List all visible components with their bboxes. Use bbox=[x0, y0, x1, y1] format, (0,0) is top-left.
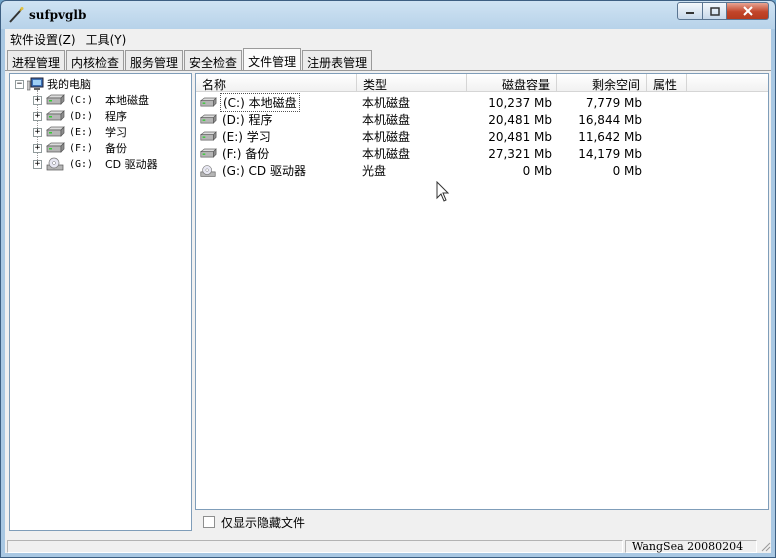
drive-type: 本机磁盘 bbox=[362, 130, 411, 144]
minimize-icon bbox=[686, 12, 694, 14]
drive-capacity: 10,237 Mb bbox=[488, 95, 552, 110]
drive-label: 学习 bbox=[105, 126, 127, 139]
drive-label: CD 驱动器 bbox=[105, 158, 158, 171]
column-name[interactable]: 名称 bbox=[196, 74, 357, 92]
drive-capacity: 0 Mb bbox=[522, 163, 552, 178]
column-attributes[interactable]: 属性 bbox=[647, 74, 687, 92]
collapse-icon[interactable]: − bbox=[15, 79, 24, 89]
status-bar: WangSea 20080204 bbox=[5, 539, 771, 553]
list-item[interactable]: (G:) CD 驱动器 光盘 0 Mb 0 Mb bbox=[196, 162, 768, 179]
drive-free: 14,179 Mb bbox=[578, 146, 642, 161]
column-type[interactable]: 类型 bbox=[357, 74, 467, 92]
drive-type: 光盘 bbox=[362, 164, 387, 178]
tab-bar: 进程管理 内核检查 服务管理 安全检查 文件管理 注册表管理 bbox=[7, 48, 373, 70]
drive-label: 本地磁盘 bbox=[105, 94, 149, 107]
drive-label: 程序 bbox=[105, 110, 127, 123]
tree-root[interactable]: − 我的电脑 bbox=[15, 76, 91, 92]
expand-icon[interactable]: + bbox=[33, 143, 42, 153]
drive-free: 11,642 Mb bbox=[578, 129, 642, 144]
column-capacity[interactable]: 磁盘容量 bbox=[467, 74, 557, 92]
drive-letter: (G:) bbox=[69, 158, 94, 170]
cd-drive-icon bbox=[46, 157, 64, 171]
list-item[interactable]: (E:) 学习 本机磁盘 20,481 Mb 11,642 Mb bbox=[196, 128, 768, 145]
column-free-space[interactable]: 剩余空间 bbox=[557, 74, 647, 92]
drive-name: (F:) 备份 bbox=[222, 147, 270, 161]
menu-bar: 软件设置(Z) 工具(Y) bbox=[5, 29, 771, 48]
tree-item-g[interactable]: + (G:) CD 驱动器 bbox=[33, 156, 158, 172]
tab-registry[interactable]: 注册表管理 bbox=[302, 50, 373, 70]
drive-free: 7,779 Mb bbox=[585, 95, 642, 110]
window-title: sufpvglb bbox=[29, 8, 87, 22]
drive-letter: (F:) bbox=[69, 142, 94, 154]
list-item[interactable]: (F:) 备份 本机磁盘 27,321 Mb 14,179 Mb bbox=[196, 145, 768, 162]
drive-list[interactable]: 名称 类型 磁盘容量 剩余空间 属性 (C:) 本地磁盘 本机磁盘 10,237… bbox=[195, 73, 769, 510]
maximize-icon bbox=[709, 6, 720, 16]
client-area: 软件设置(Z) 工具(Y) 进程管理 内核检查 服务管理 安全检查 文件管理 注… bbox=[5, 29, 771, 553]
wand-icon bbox=[9, 7, 24, 23]
hard-drive-icon bbox=[199, 97, 217, 107]
drive-name: (D:) 程序 bbox=[222, 113, 273, 127]
status-author: WangSea 20080204 bbox=[625, 540, 757, 553]
hard-drive-icon bbox=[199, 148, 217, 158]
tab-services[interactable]: 服务管理 bbox=[125, 50, 184, 70]
list-item[interactable]: (D:) 程序 本机磁盘 20,481 Mb 16,844 Mb bbox=[196, 111, 768, 128]
tab-process[interactable]: 进程管理 bbox=[7, 50, 66, 70]
close-button[interactable] bbox=[727, 2, 769, 20]
drive-label: 备份 bbox=[105, 142, 127, 155]
close-icon bbox=[742, 6, 753, 16]
hard-drive-icon bbox=[199, 131, 217, 141]
minimize-button[interactable] bbox=[677, 2, 703, 20]
app-window: sufpvglb 软件设置(Z) 工具(Y) 进程管理 内核检查 服务管理 安全… bbox=[0, 0, 776, 558]
tree-item-c[interactable]: + (C:) 本地磁盘 bbox=[33, 92, 149, 108]
drive-capacity: 20,481 Mb bbox=[488, 129, 552, 144]
menu-tools[interactable]: 工具(Y) bbox=[81, 29, 132, 48]
list-item[interactable]: (C:) 本地磁盘 本机磁盘 10,237 Mb 7,779 Mb bbox=[196, 93, 768, 112]
tree-item-f[interactable]: + (F:) 备份 bbox=[33, 140, 127, 156]
menu-software-settings[interactable]: 软件设置(Z) bbox=[5, 29, 81, 48]
show-hidden-checkbox[interactable] bbox=[203, 516, 215, 528]
drive-tree[interactable]: − 我的电脑 + (C:) 本地磁盘 + (D:) 程序 + (E:) 学习 +… bbox=[9, 73, 192, 531]
drive-type: 本机磁盘 bbox=[362, 147, 411, 161]
drive-type: 本机磁盘 bbox=[362, 113, 411, 127]
drive-capacity: 20,481 Mb bbox=[488, 112, 552, 127]
expand-icon[interactable]: + bbox=[33, 127, 42, 137]
expand-icon[interactable]: + bbox=[33, 111, 42, 121]
hard-drive-icon bbox=[45, 126, 65, 137]
tree-item-e[interactable]: + (E:) 学习 bbox=[33, 124, 127, 140]
drive-name: (C:) 本地磁盘 bbox=[220, 93, 300, 112]
file-manager-panel: − 我的电脑 + (C:) 本地磁盘 + (D:) 程序 + (E:) 学习 +… bbox=[5, 70, 771, 539]
drive-free: 0 Mb bbox=[612, 163, 642, 178]
drive-free: 16,844 Mb bbox=[578, 112, 642, 127]
computer-icon bbox=[27, 77, 44, 91]
window-controls bbox=[677, 2, 769, 20]
show-hidden-label: 仅显示隐藏文件 bbox=[221, 515, 306, 530]
resize-grip-icon[interactable] bbox=[759, 539, 771, 553]
tab-security[interactable]: 安全检查 bbox=[184, 50, 243, 70]
drive-letter: (E:) bbox=[69, 126, 94, 138]
tree-root-label: 我的电脑 bbox=[47, 78, 91, 91]
drive-type: 本机磁盘 bbox=[362, 96, 411, 110]
expand-icon[interactable]: + bbox=[33, 95, 42, 105]
cd-drive-icon bbox=[200, 164, 216, 177]
tab-files[interactable]: 文件管理 bbox=[243, 48, 302, 70]
drive-capacity: 27,321 Mb bbox=[488, 146, 552, 161]
hard-drive-icon bbox=[199, 114, 217, 124]
expand-icon[interactable]: + bbox=[33, 159, 42, 169]
drive-letter: (C:) bbox=[69, 94, 94, 106]
title-bar[interactable]: sufpvglb bbox=[1, 1, 775, 29]
hidden-files-option[interactable]: 仅显示隐藏文件 bbox=[195, 513, 305, 531]
drive-name: (E:) 学习 bbox=[222, 130, 271, 144]
maximize-button[interactable] bbox=[703, 2, 727, 20]
drive-name: (G:) CD 驱动器 bbox=[222, 164, 306, 178]
hard-drive-icon bbox=[45, 142, 65, 153]
tree-item-d[interactable]: + (D:) 程序 bbox=[33, 108, 127, 124]
mouse-cursor-icon bbox=[436, 181, 450, 202]
list-header: 名称 类型 磁盘容量 剩余空间 属性 bbox=[196, 74, 768, 92]
drive-letter: (D:) bbox=[69, 110, 94, 122]
hard-drive-icon bbox=[45, 94, 65, 105]
tab-kernel[interactable]: 内核检查 bbox=[66, 50, 125, 70]
hard-drive-icon bbox=[45, 110, 65, 121]
status-pane-main bbox=[7, 540, 623, 553]
